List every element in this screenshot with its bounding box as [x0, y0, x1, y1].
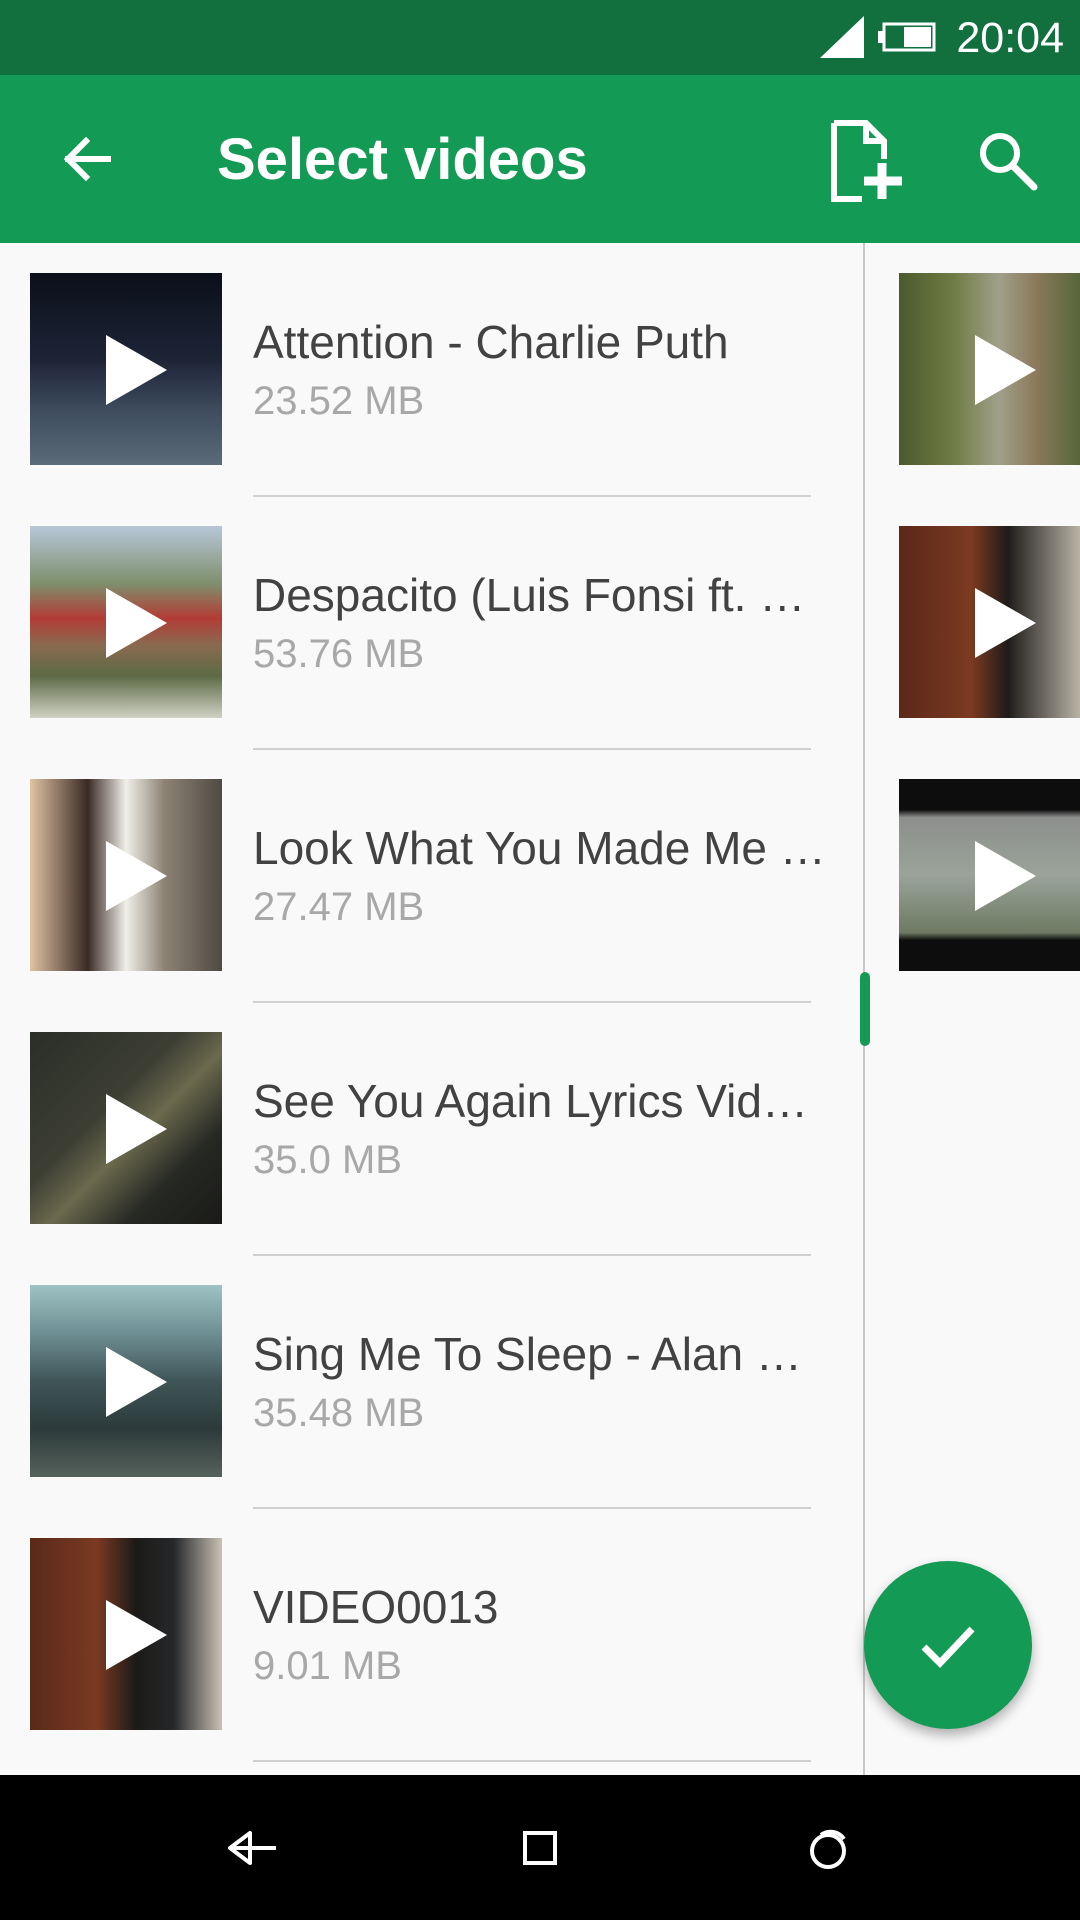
list-item[interactable]: VIDEO0013 9.01 MB: [0, 1508, 863, 1762]
play-icon: [106, 841, 167, 911]
add-file-icon[interactable]: [826, 119, 906, 203]
search-icon[interactable]: [976, 129, 1038, 191]
check-icon: [921, 1626, 975, 1669]
video-thumbnail[interactable]: [899, 779, 1080, 971]
video-title: Look What You Made Me …: [253, 822, 826, 874]
video-thumbnail[interactable]: [30, 1032, 222, 1224]
video-thumbnail[interactable]: [30, 526, 222, 718]
confirm-button[interactable]: [864, 1561, 1032, 1729]
list-item[interactable]: Sing Me To Sleep - Alan … 35.48 MB: [0, 1255, 863, 1509]
video-size: 9.01 MB: [253, 1644, 402, 1688]
navigation-bar: [0, 1775, 1080, 1920]
video-size: 27.47 MB: [253, 885, 425, 929]
play-icon: [975, 335, 1036, 405]
video-thumbnail[interactable]: [30, 1285, 222, 1477]
video-title: See You Again Lyrics Vid…: [253, 1075, 808, 1127]
list-item[interactable]: Look What You Made Me … 27.47 MB: [0, 749, 863, 1003]
battery-icon: [878, 22, 936, 52]
video-size: 53.76 MB: [253, 632, 425, 676]
status-bar: 20:04: [0, 0, 1080, 75]
list-item[interactable]: Attention - Charlie Puth 23.52 MB: [0, 243, 863, 497]
divider: [253, 1760, 811, 1762]
nav-home-icon[interactable]: [505, 1813, 575, 1883]
play-icon: [975, 588, 1036, 658]
play-icon: [975, 841, 1036, 911]
video-size: 35.48 MB: [253, 1391, 425, 1435]
video-title: Despacito (Luis Fonsi ft. …: [253, 569, 806, 621]
video-title: VIDEO0013: [253, 1581, 499, 1633]
list-item[interactable]: Despacito (Luis Fonsi ft. … 53.76 MB: [0, 496, 863, 750]
clock: 20:04: [956, 14, 1064, 62]
play-icon: [106, 1094, 167, 1164]
content-area: Attention - Charlie Puth 23.52 MB Despac…: [0, 243, 1080, 1775]
video-title: Sing Me To Sleep - Alan …: [253, 1328, 802, 1380]
nav-recents-icon[interactable]: [793, 1813, 863, 1883]
video-thumbnail[interactable]: [30, 1538, 222, 1730]
video-size: 35.0 MB: [253, 1138, 402, 1182]
video-size: 23.52 MB: [253, 379, 425, 423]
video-thumbnail[interactable]: [899, 526, 1080, 718]
play-icon: [106, 1600, 167, 1670]
video-thumbnail[interactable]: [30, 273, 222, 465]
list-item[interactable]: See You Again Lyrics Vid… 35.0 MB: [0, 1002, 863, 1256]
app-bar: Select videos: [0, 75, 1080, 243]
video-thumbnail[interactable]: [30, 779, 222, 971]
arrow-back-icon[interactable]: [56, 129, 116, 189]
page-title: Select videos: [217, 127, 588, 192]
video-thumbnail[interactable]: [899, 273, 1080, 465]
nav-back-icon[interactable]: [218, 1813, 288, 1883]
play-icon: [106, 588, 167, 658]
play-icon: [106, 335, 167, 405]
signal-icon: [820, 16, 864, 58]
side-panel: [865, 243, 1080, 1775]
play-icon: [106, 1347, 167, 1417]
video-list: Attention - Charlie Puth 23.52 MB Despac…: [0, 243, 863, 1775]
video-title: Attention - Charlie Puth: [253, 316, 729, 368]
